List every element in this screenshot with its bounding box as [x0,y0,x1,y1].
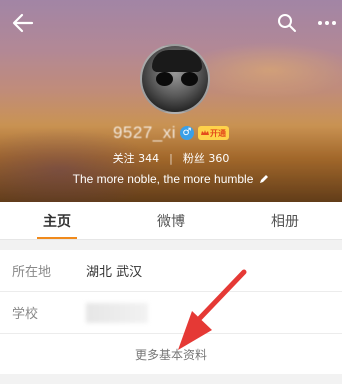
search-icon [278,14,296,32]
more-info-link[interactable]: 更多基本资料 [0,334,342,374]
followers-label: 粉丝 [182,152,205,165]
profile-stats: 关注 344 | 粉丝 360 [0,150,342,166]
info-row-location: 所在地 湖北 武汉 [0,250,342,292]
basic-info-section: 所在地 湖北 武汉 学校 更多基本资料 [0,250,342,374]
followers-stat[interactable]: 粉丝 360 [183,150,230,166]
pencil-icon [260,175,269,183]
vip-badge[interactable]: 开通 [198,126,230,140]
more-dots-icon [318,21,336,25]
followers-count: 360 [208,152,230,165]
school-value-blurred [86,302,148,323]
info-row-school: 学校 [0,292,342,334]
search-button[interactable] [272,8,302,38]
location-value: 湖北 武汉 [86,265,143,280]
avatar[interactable] [140,44,210,114]
male-gender-icon: ♂ [180,126,195,140]
profile-bio[interactable]: The more noble, the more humble [0,170,342,188]
vip-badge-label: 开通 [210,128,227,138]
bio-text: The more noble, the more humble [72,172,254,186]
username-row: 9527_xi ♂ 开通 [0,122,342,144]
arrow-left-icon [12,13,34,33]
stats-separator: | [169,151,173,165]
avatar-beanie [152,50,202,72]
tab-album[interactable]: 相册 [228,202,342,239]
following-label: 关注 [112,152,135,165]
profile-tabs: 主页 微博 相册 [0,202,342,240]
more-button[interactable] [312,8,342,38]
username: 9527_xi [112,123,177,142]
vip-crown-icon [201,130,210,135]
tab-weibo[interactable]: 微博 [114,202,228,239]
tab-home[interactable]: 主页 [0,202,114,239]
school-label: 学校 [12,307,39,322]
following-stat[interactable]: 关注 344 [113,150,160,166]
back-button[interactable] [8,8,38,38]
following-count: 344 [138,152,160,165]
location-label: 所在地 [12,265,52,280]
avatar-glasses [156,72,198,86]
profile-cover: 9527_xi ♂ 开通 关注 344 | 粉丝 360 The more no… [0,0,342,202]
